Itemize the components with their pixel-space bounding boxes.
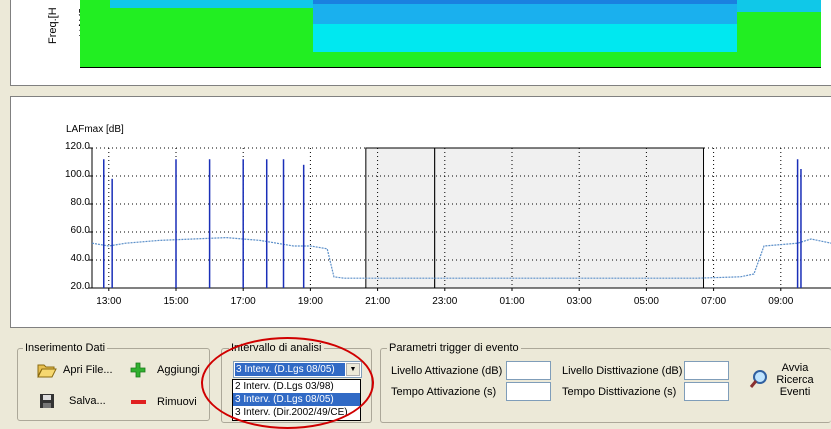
search-events-button[interactable]: Avvia Ricerca Eventi [746,361,818,403]
deactivation-time-label: Tempo Disttivazione (s) [562,386,677,398]
remove-label: Rimuovi [157,396,197,408]
highlight-ellipse [201,337,374,429]
activation-level-input[interactable] [506,361,551,380]
minus-icon [131,400,146,404]
search-events-label-2: Ricerca [776,374,814,386]
open-file-button[interactable]: Apri File... [37,362,113,378]
folder-open-icon [37,364,57,378]
search-events-label-1: Avvia [781,362,809,374]
deactivation-level-input[interactable] [684,361,729,380]
magnifier-icon [749,370,767,388]
open-file-label: Apri File... [63,364,113,376]
deactivation-time-input[interactable] [684,382,729,401]
remove-button[interactable]: Rimuovi [130,394,197,410]
save-button[interactable]: Salva... [39,393,106,409]
data-input-group-title: Inserimento Dati [23,342,108,354]
activation-time-input[interactable] [506,382,551,401]
add-button[interactable]: Aggiungi [130,362,200,378]
plus-icon [130,362,146,378]
activation-level-label: Livello Attivazione (dB) [391,365,503,377]
search-events-label-3: Eventi [779,386,811,398]
selection-region [434,147,705,289]
data-input-group [17,348,210,421]
selection-region [365,147,436,289]
activation-time-label: Tempo Attivazione (s) [391,386,497,398]
add-label: Aggiungi [157,364,200,376]
deactivation-level-label: Livello Disttivazione (dB) [562,365,683,377]
event-trigger-title: Parametri trigger di evento [387,342,521,354]
floppy-disk-icon [40,394,54,408]
save-label: Salva... [69,395,106,407]
